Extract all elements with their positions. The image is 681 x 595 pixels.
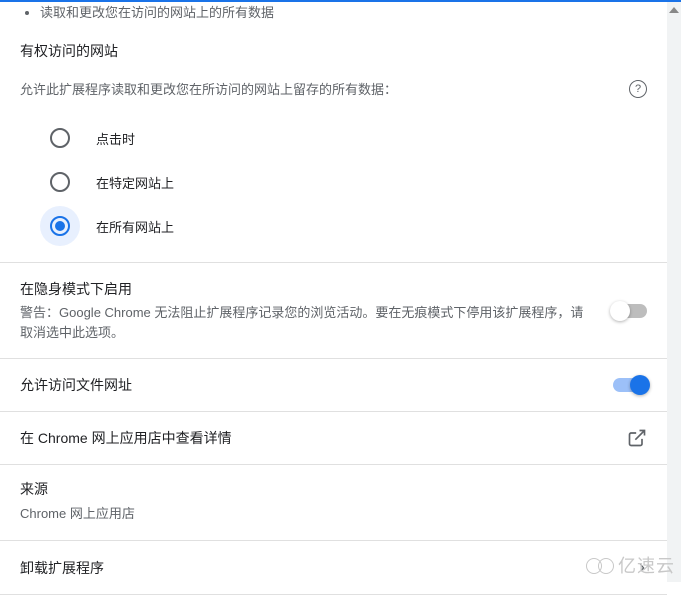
external-link-icon bbox=[627, 428, 647, 448]
incognito-title: 在隐身模式下启用 bbox=[20, 279, 593, 299]
file-urls-row: 允许访问文件网址 bbox=[0, 359, 667, 411]
remove-extension-row[interactable]: 卸载扩展程序 › bbox=[0, 541, 667, 594]
file-urls-title: 允许访问文件网址 bbox=[20, 375, 593, 395]
cloud-icon bbox=[586, 556, 614, 574]
file-urls-toggle[interactable] bbox=[613, 378, 647, 392]
site-access-section: 有权访问的网站 允许此扩展程序读取和更改您在所访问的网站上留存的所有数据： ? … bbox=[0, 27, 667, 262]
radio-specific-sites[interactable]: 在特定网站上 bbox=[50, 160, 647, 204]
view-in-store-title: 在 Chrome 网上应用店中查看详情 bbox=[20, 428, 607, 448]
permission-read-modify: 读取和更改您在访问的网站上的所有数据 bbox=[40, 2, 647, 21]
site-access-description: 允许此扩展程序读取和更改您在所访问的网站上留存的所有数据： bbox=[20, 79, 397, 98]
site-access-radio-group: 点击时 在特定网站上 在所有网站上 bbox=[20, 116, 647, 248]
incognito-warning: 警告：Google Chrome 无法阻止扩展程序记录您的浏览活动。要在无痕模式… bbox=[20, 303, 593, 342]
radio-icon bbox=[50, 172, 70, 192]
site-access-heading: 有权访问的网站 bbox=[20, 41, 647, 61]
radio-on-click[interactable]: 点击时 bbox=[50, 116, 647, 160]
source-title: 来源 bbox=[20, 479, 647, 499]
radio-label: 在所有网站上 bbox=[96, 217, 174, 236]
radio-label: 在特定网站上 bbox=[96, 173, 174, 192]
source-section: 来源 Chrome 网上应用店 bbox=[0, 465, 667, 540]
source-value: Chrome 网上应用店 bbox=[20, 503, 647, 522]
help-icon[interactable]: ? bbox=[629, 80, 647, 98]
radio-label: 点击时 bbox=[96, 129, 135, 148]
watermark: 亿速云 bbox=[586, 552, 675, 578]
scrollbar[interactable] bbox=[667, 2, 681, 582]
remove-title: 卸载扩展程序 bbox=[20, 558, 619, 578]
radio-icon bbox=[50, 216, 70, 236]
radio-all-sites[interactable]: 在所有网站上 bbox=[50, 204, 647, 248]
view-in-store-row[interactable]: 在 Chrome 网上应用店中查看详情 bbox=[0, 412, 667, 464]
scroll-up-arrow-icon[interactable] bbox=[669, 7, 679, 13]
radio-icon bbox=[50, 128, 70, 148]
incognito-toggle[interactable] bbox=[613, 304, 647, 318]
incognito-row: 在隐身模式下启用 警告：Google Chrome 无法阻止扩展程序记录您的浏览… bbox=[0, 263, 667, 358]
